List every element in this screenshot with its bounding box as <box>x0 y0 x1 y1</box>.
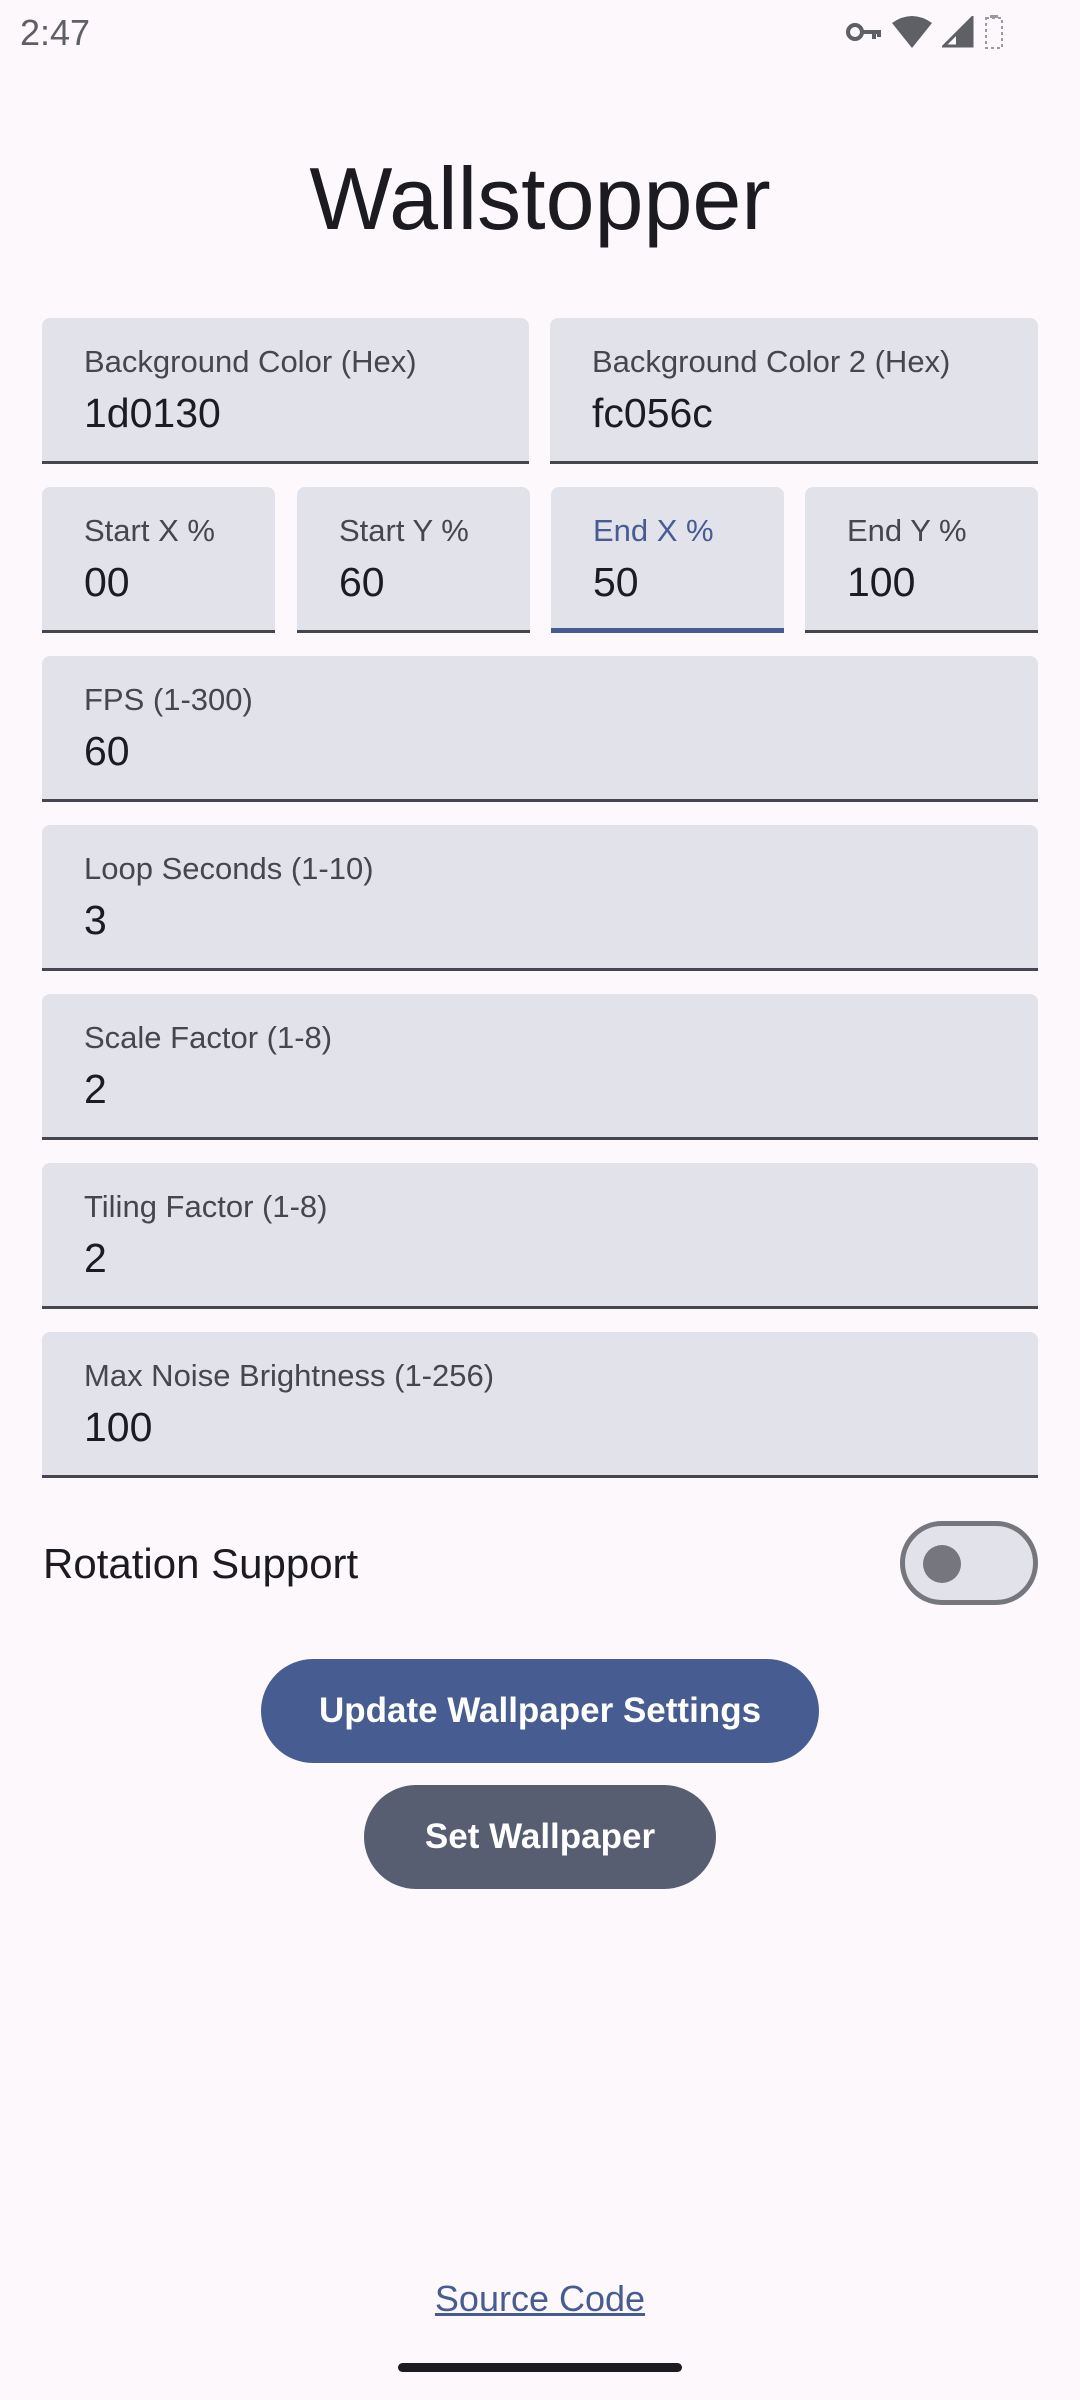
app-title: Wallstopper <box>309 149 771 248</box>
battery-icon <box>985 15 1003 49</box>
end-x-value[interactable]: 50 <box>593 559 639 606</box>
set-wallpaper-button[interactable]: Set Wallpaper <box>364 1785 716 1889</box>
max-noise-brightness-field[interactable]: Max Noise Brightness (1-256) 100 <box>42 1332 1038 1478</box>
end-x-field[interactable]: End X % 50 <box>551 487 784 633</box>
end-y-value[interactable]: 100 <box>847 559 915 606</box>
wifi-icon <box>892 16 932 48</box>
end-x-label: End X % <box>593 513 714 548</box>
end-y-field[interactable]: End Y % 100 <box>805 487 1038 633</box>
tiling-factor-value[interactable]: 2 <box>84 1235 107 1282</box>
rotation-support-toggle[interactable] <box>900 1521 1038 1605</box>
status-icons <box>846 12 1004 52</box>
tiling-factor-label: Tiling Factor (1-8) <box>84 1189 328 1224</box>
scale-factor-field[interactable]: Scale Factor (1-8) 2 <box>42 994 1038 1140</box>
loop-seconds-field[interactable]: Loop Seconds (1-10) 3 <box>42 825 1038 971</box>
loop-seconds-value[interactable]: 3 <box>84 897 107 944</box>
background-color-value[interactable]: 1d0130 <box>84 390 221 437</box>
background-color-2-field[interactable]: Background Color 2 (Hex) fc056c <box>550 318 1038 464</box>
vpn-key-icon <box>846 23 881 41</box>
fps-label: FPS (1-300) <box>84 682 253 717</box>
background-color-2-value[interactable]: fc056c <box>592 390 713 437</box>
background-color-2-label: Background Color 2 (Hex) <box>592 344 951 379</box>
home-indicator[interactable] <box>398 2363 682 2372</box>
scale-factor-value[interactable]: 2 <box>84 1066 107 1113</box>
start-x-value[interactable]: 00 <box>84 559 130 606</box>
background-color-label: Background Color (Hex) <box>84 344 417 379</box>
tiling-factor-field[interactable]: Tiling Factor (1-8) 2 <box>42 1163 1038 1309</box>
toggle-thumb <box>923 1545 961 1583</box>
start-y-field[interactable]: Start Y % 60 <box>297 487 530 633</box>
end-y-label: End Y % <box>847 513 967 548</box>
start-x-label: Start X % <box>84 513 215 548</box>
fps-field[interactable]: FPS (1-300) 60 <box>42 656 1038 802</box>
status-time: 2:47 <box>20 12 91 53</box>
rotation-support-label: Rotation Support <box>43 1540 359 1587</box>
loop-seconds-label: Loop Seconds (1-10) <box>84 851 374 886</box>
start-y-label: Start Y % <box>339 513 469 548</box>
start-x-field[interactable]: Start X % 00 <box>42 487 275 633</box>
max-noise-brightness-label: Max Noise Brightness (1-256) <box>84 1358 495 1393</box>
max-noise-brightness-value[interactable]: 100 <box>84 1404 152 1451</box>
source-code-link[interactable]: Source Code <box>0 2278 1080 2320</box>
scale-factor-label: Scale Factor (1-8) <box>84 1020 333 1055</box>
background-color-field[interactable]: Background Color (Hex) 1d0130 <box>42 318 529 464</box>
fps-value[interactable]: 60 <box>84 728 130 775</box>
start-y-value[interactable]: 60 <box>339 559 385 606</box>
update-wallpaper-settings-button[interactable]: Update Wallpaper Settings <box>261 1659 819 1763</box>
status-bar: 2:47 <box>0 0 1080 64</box>
cell-signal-icon <box>942 16 974 48</box>
